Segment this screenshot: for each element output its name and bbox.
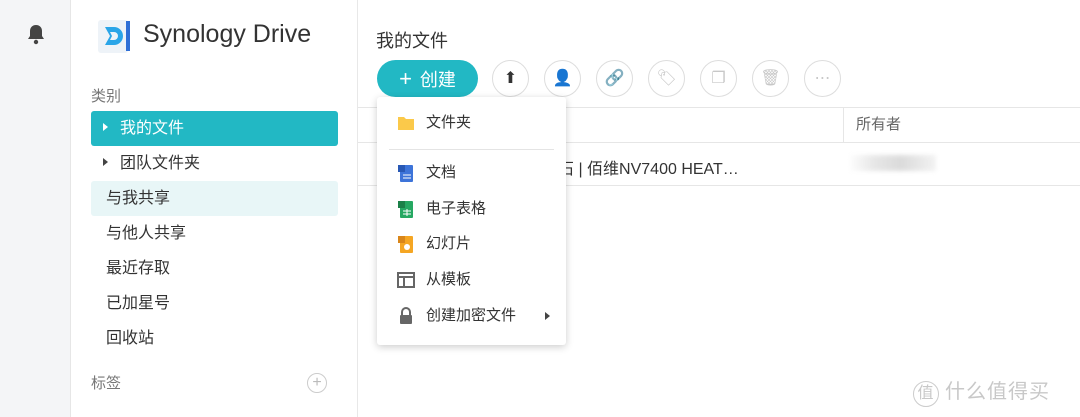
page-title: 我的文件 [376, 31, 448, 51]
spreadsheet-icon [398, 201, 413, 218]
template-icon [397, 272, 415, 288]
create-button[interactable]: + 创建 [377, 60, 478, 97]
menu-item-label: 文件夹 [426, 114, 472, 131]
sidebar-item-my-files[interactable]: 我的文件 [91, 111, 338, 146]
sidebar-item-shared-with-me[interactable]: 与我共享 [91, 181, 338, 216]
caret-right-icon[interactable] [103, 157, 108, 166]
sidebar: Synology Drive 类别 我的文件 团队文件夹 与我共享 与他人共享 … [71, 0, 358, 417]
trash-icon[interactable]: 🗑 [752, 60, 789, 97]
sidebar-item-team-folders[interactable]: 团队文件夹 [91, 146, 338, 181]
slides-icon [398, 236, 413, 253]
create-label: 创建 [419, 70, 456, 90]
menu-item-label: 幻灯片 [426, 235, 472, 252]
upload-icon[interactable]: ⬆ [492, 60, 529, 97]
plus-icon: + [399, 66, 412, 91]
owner-column-header[interactable]: 所有者 [843, 108, 1063, 142]
menu-item-label: 从模板 [426, 271, 472, 288]
tag-icon[interactable]: 🏷 [648, 60, 685, 97]
menu-item-document[interactable]: 文档 [377, 156, 566, 190]
owner-value-blurred [848, 155, 936, 171]
menu-item-from-template[interactable]: 从模板 [377, 263, 566, 297]
menu-item-spreadsheet[interactable]: 电子表格 [377, 192, 566, 226]
add-tag-icon[interactable]: + [307, 373, 327, 393]
caret-right-icon[interactable] [103, 122, 108, 131]
bell-icon[interactable] [26, 23, 46, 45]
folder-icon [398, 117, 414, 130]
app-title: Synology Drive [143, 20, 312, 48]
menu-item-label: 创建加密文件 [426, 307, 517, 324]
category-label: 类别 [91, 88, 122, 105]
sidebar-item-recycle-bin[interactable]: 回收站 [91, 321, 338, 356]
lock-icon [400, 307, 412, 324]
menu-divider [389, 149, 554, 150]
document-icon [398, 165, 413, 182]
add-user-icon[interactable]: 👤 [544, 60, 581, 97]
more-icon[interactable]: ⋯ [804, 60, 841, 97]
sidebar-item-label: 团队文件夹 [120, 155, 201, 172]
menu-item-label: 文档 [426, 164, 457, 181]
menu-item-encrypted-file[interactable]: 创建加密文件 [377, 299, 566, 333]
sidebar-item-label: 我的文件 [120, 120, 185, 137]
app-rail [0, 0, 71, 417]
menu-item-slides[interactable]: 幻灯片 [377, 227, 566, 261]
tags-label: 标签 [91, 375, 122, 392]
submenu-arrow-icon [545, 312, 550, 320]
synology-drive-logo [98, 20, 130, 53]
sidebar-item-shared-with-others[interactable]: 与他人共享 [91, 216, 338, 251]
menu-item-label: 电子表格 [426, 200, 487, 217]
sidebar-item-recent[interactable]: 最近存取 [91, 251, 338, 286]
create-menu: 文件夹 文档 电子表格 幻灯片 从模板 创建加密文件 [377, 97, 566, 345]
watermark-text: 什么值得买 [945, 381, 1050, 403]
watermark-badge: 值 [913, 381, 939, 407]
link-icon[interactable]: 🔗 [596, 60, 633, 97]
sidebar-item-starred[interactable]: 已加星号 [91, 286, 338, 321]
watermark: 值什么值得买 [913, 375, 1050, 407]
menu-item-folder[interactable]: 文件夹 [377, 106, 566, 140]
copy-icon[interactable]: ❐ [700, 60, 737, 97]
